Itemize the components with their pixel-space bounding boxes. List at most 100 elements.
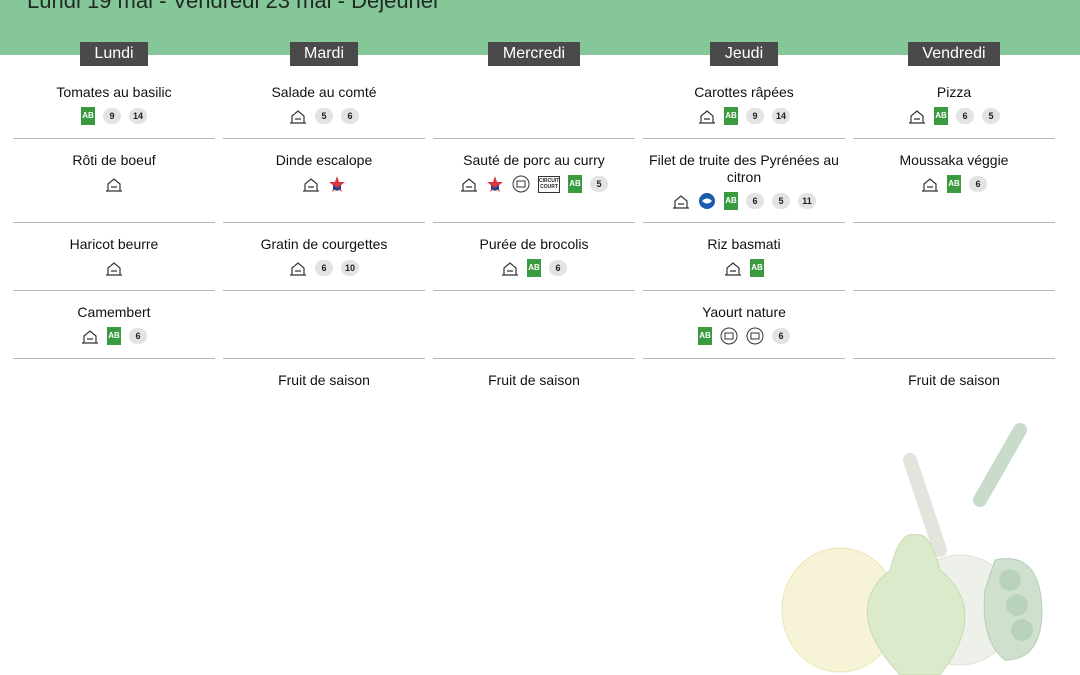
dish-name: Rôti de boeuf (72, 152, 156, 168)
house-icon (724, 259, 742, 277)
allergen-badge: 6 (746, 193, 764, 209)
menu-cell: Rôti de boeuf (13, 152, 215, 223)
house-icon (81, 327, 99, 345)
bio-icon: AB (750, 259, 764, 277)
house-icon (501, 259, 519, 277)
allergen-badge: 5 (772, 193, 790, 209)
dish-name: Haricot beurre (69, 236, 159, 252)
allergen-badge: 6 (956, 108, 974, 124)
bio-icon: AB (698, 327, 712, 345)
label-icons: 6 10 (223, 258, 425, 278)
menu-cell: Dinde escalope (223, 152, 425, 223)
house-icon (105, 175, 123, 193)
menu-cell: Moussaka véggie AB 6 (853, 152, 1055, 223)
day-column-jeudi: Jeudi Carottes râpées AB 9 14 Filet de truite… (643, 42, 845, 359)
label-icons: AB 6 (13, 326, 215, 346)
day-label: Mercredi (488, 42, 580, 66)
day-column-vendredi: Vendredi Pizza AB 6 5 Moussaka véggie AB 6 Fruit… (853, 42, 1055, 388)
label-icons: 56 (223, 106, 425, 126)
dish-name: Filet de truite des Pyrénées au citron (649, 152, 839, 185)
menu-cell: Tomates au basilic AB 9 14 (13, 84, 215, 139)
house-icon (672, 192, 690, 210)
house-icon (908, 107, 926, 125)
vegetables-illustration (781, 423, 1043, 675)
house-icon (698, 107, 716, 125)
allergen-badge: 6 (969, 176, 987, 192)
menu-cell: Purée de brocolis AB 6 (433, 236, 635, 291)
allergen-badge: 9 (746, 108, 764, 124)
label-icons: CIRCUIT COURT AB 5 (433, 174, 635, 194)
dish-name: Pizza (936, 84, 972, 100)
dish-name: Fruit de saison (908, 372, 1000, 388)
day-column-mardi: Mardi Salade au comté 5 6 Dinde escalope Grat… (223, 42, 425, 388)
day-label: Mardi (290, 42, 358, 66)
allergen-badge: 6 (772, 328, 790, 344)
menu-cell (433, 304, 635, 359)
label-icons: AB 6 5 (853, 106, 1055, 126)
dish-name: Fruit de saison (488, 372, 580, 388)
dish-name: Yaourt nature (702, 304, 786, 320)
menu-cell (223, 304, 425, 359)
dish-name: Carottes râpées (694, 84, 794, 100)
farm-icon (720, 327, 738, 345)
bio-icon: AB (724, 192, 738, 210)
bio-icon: AB (724, 107, 738, 125)
allergen-badge: 6 (341, 108, 359, 124)
label-icons: AB 6 (433, 258, 635, 278)
menu-cell: Camembert AB 6 (13, 304, 215, 359)
allergen-badge: 14 (772, 108, 790, 124)
label-icons: AB 9 14 (643, 106, 845, 126)
day-label: Lundi (80, 42, 148, 66)
menu-cell: Fruit de saison (853, 372, 1055, 389)
origin-icon (512, 175, 530, 193)
label-icons (13, 258, 215, 278)
menu-cell: Yaourt nature AB 6 (643, 304, 845, 359)
menu-cell (433, 84, 635, 139)
label-icons: AB 6 (643, 326, 845, 346)
menu-cell: Filet de truite des Pyrénées au citron AB… (643, 152, 845, 223)
menu-cell (853, 304, 1055, 359)
circuit-court-icon: CIRCUIT COURT (538, 175, 560, 193)
menu-cell: Carottes râpées AB 9 14 (643, 84, 845, 139)
menu-cell: Gratin de courgettes 6 10 (223, 236, 425, 291)
bio-icon: AB (527, 259, 541, 277)
dish-name: Dinde escalope (275, 152, 373, 168)
dish-name: Salade au comté (271, 84, 377, 100)
allergen-badge: 10 (341, 260, 359, 276)
dish-name: Gratin de courgettes (260, 236, 388, 252)
allergen-badge: 6 (129, 328, 147, 344)
dish-name: Riz basmati (707, 236, 781, 252)
origin-icon (746, 327, 764, 345)
menu-cell: Pizza AB 6 5 (853, 84, 1055, 139)
bio-icon: AB (568, 175, 582, 193)
bio-icon: AB (947, 175, 961, 193)
label-icons: AB 9 14 (13, 106, 215, 126)
menu-cell: Fruit de saison (223, 372, 425, 389)
dish-name: Purée de brocolis (479, 236, 589, 252)
bio-icon: AB (934, 107, 948, 125)
dish-name: Moussaka véggie (899, 152, 1009, 168)
day-label: Vendredi (908, 42, 1000, 66)
menu-cell: Riz basmati AB (643, 236, 845, 291)
label-icons (13, 174, 215, 194)
menu-cell: Fruit de saison (433, 372, 635, 389)
day-label: Jeudi (710, 42, 778, 66)
allergen-badge: 5 (590, 176, 608, 192)
day-column-lundi: Lundi Tomates au basilic AB 9 14 Rôti de boeu… (13, 42, 215, 359)
house-icon (289, 259, 307, 277)
dish-name: Fruit de saison (278, 372, 370, 388)
allergen-badge: 14 (129, 108, 147, 124)
dish-name: Camembert (77, 304, 151, 320)
french-poultry-icon (328, 175, 346, 193)
bio-icon: AB (81, 107, 95, 125)
house-icon (460, 175, 478, 193)
allergen-badge: 5 (315, 108, 333, 124)
house-icon (289, 107, 307, 125)
page-title: Lundi 19 mai - Vendredi 23 mai - Déjeune… (27, 0, 441, 13)
house-icon (921, 175, 939, 193)
allergen-badge: 9 (103, 108, 121, 124)
dish-name: Tomates au basilic (56, 84, 172, 100)
label-icons: AB 6 5 11 (643, 191, 845, 211)
bio-icon: AB (107, 327, 121, 345)
menu-cell (853, 236, 1055, 291)
